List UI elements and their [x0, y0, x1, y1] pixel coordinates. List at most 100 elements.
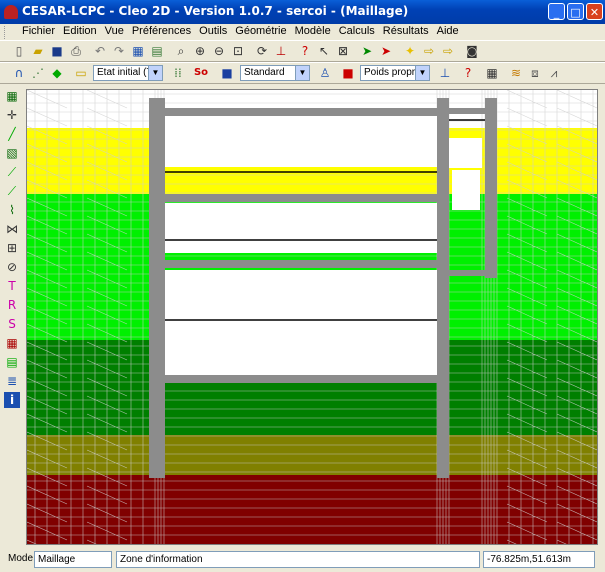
window-title: CESAR-LCPC - Cleo 2D - Version 1.0.7 - s… [22, 4, 409, 18]
help-icon[interactable]: ? [297, 43, 313, 59]
menu-calculs[interactable]: Calculs [335, 24, 379, 37]
slab-0 [149, 108, 449, 116]
pointer-icon[interactable]: ↖ [316, 43, 332, 59]
zoom-fit-icon[interactable]: ⊡ [230, 43, 246, 59]
load-combo-value: Poids propre [364, 67, 421, 78]
mesh-block-icon[interactable]: ⊞ [4, 240, 20, 256]
new-file-icon[interactable]: ▯ [11, 43, 27, 59]
app-icon [4, 5, 18, 19]
note-icon[interactable]: ▭ [73, 65, 89, 81]
menu-outils[interactable]: Outils [195, 24, 231, 37]
menu-geometrie[interactable]: Géométrie [231, 24, 290, 37]
rotate-icon[interactable]: ⟳ [254, 43, 270, 59]
group-combo-value: Standard [244, 67, 285, 78]
zoom-in-icon[interactable]: ⊕ [192, 43, 208, 59]
so-button[interactable]: So [193, 65, 209, 81]
model-toolbar: ∩ ⋰ ◆ ▭ Etat initial (TCN ▼ ⁞⁞ So ■ Stand… [0, 62, 605, 84]
diamond-icon[interactable]: ◆ [49, 65, 65, 81]
phase-combo[interactable]: Etat initial (TCN ▼ [93, 65, 163, 81]
stack-icon[interactable]: ≋ [508, 65, 524, 81]
menu-edition[interactable]: Edition [59, 24, 101, 37]
zoom-icon[interactable]: ⌕ [173, 43, 189, 59]
layers-icon[interactable]: ▤ [149, 43, 165, 59]
save-icon[interactable]: ■ [49, 43, 65, 59]
slab-5 [449, 270, 497, 276]
lasso-icon[interactable]: ⌇ [4, 202, 20, 218]
title-bar: CESAR-LCPC - Cleo 2D - Version 1.0.7 - s… [0, 0, 605, 24]
dotted-line-icon[interactable]: ⋰ [30, 65, 46, 81]
move-2-icon[interactable]: ⇨ [440, 43, 456, 59]
line-icon[interactable]: ╱ [4, 126, 20, 142]
excavation-zone-4 [452, 170, 480, 210]
segment-icon[interactable]: ⟋ [4, 164, 20, 180]
region-icon[interactable]: ▧ [4, 145, 20, 161]
mesh-icon[interactable]: ⧈ [527, 65, 543, 81]
mode-field: Maillage [34, 551, 112, 568]
coords-field: -76.825m,51.613m [483, 551, 595, 568]
rotate-icon[interactable]: R [4, 297, 20, 313]
grid-2-icon[interactable]: ▦ [4, 335, 20, 351]
excavation-zone-1 [165, 203, 437, 253]
left-toolbar: ▦ ✛ ╱ ▧ ⟋ ⟋ ⌇ ⋈ ⊞ ⊘ T R S ▦ ▤ ≣ i [4, 88, 20, 544]
menu-resultats[interactable]: Résultats [379, 24, 433, 37]
move-icon[interactable]: ⇨ [421, 43, 437, 59]
mesh-canvas[interactable] [26, 89, 598, 559]
select-node-icon[interactable]: ⊠ [335, 43, 351, 59]
info-icon[interactable]: i [4, 392, 20, 408]
undo-icon[interactable]: ↶ [92, 43, 108, 59]
zoom-out-icon[interactable]: ⊖ [211, 43, 227, 59]
s-z-icon[interactable]: S [4, 316, 20, 332]
slab-2 [149, 260, 449, 268]
grid-icon[interactable]: ▦ [4, 88, 20, 104]
help-box-icon[interactable]: ? [460, 65, 476, 81]
redo-icon[interactable]: ↷ [111, 43, 127, 59]
info-field: Zone d'information [116, 551, 480, 568]
segment-2-icon[interactable]: ⟋ [4, 183, 20, 199]
diaphragm-wall-1 [437, 98, 449, 478]
load-combo[interactable]: Poids propre ▼ [360, 65, 430, 81]
group-combo[interactable]: Standard ▼ [240, 65, 310, 81]
open-folder-icon[interactable]: ▰ [30, 43, 46, 59]
chart-icon[interactable]: ⩘ [546, 65, 562, 81]
print-icon[interactable]: ⎙ [68, 43, 84, 59]
minimize-button[interactable]: _ [548, 3, 565, 20]
chevron-down-icon: ▼ [295, 66, 309, 80]
camera-icon[interactable]: ◙ [464, 43, 480, 59]
status-bar: Mode : Maillage Zone d'information -76.8… [0, 549, 605, 570]
excavation-zone-3 [447, 138, 482, 168]
maximize-button[interactable]: □ [567, 3, 584, 20]
element-icon[interactable]: ⋈ [4, 221, 20, 237]
clip-icon[interactable]: ⊘ [4, 259, 20, 275]
slab-1 [149, 194, 449, 202]
menu-bar: Fichier Edition Vue Préférences Outils Géomét… [0, 24, 605, 40]
chevron-down-icon: ▼ [415, 66, 429, 80]
mesh-view-icon[interactable]: ▦ [130, 43, 146, 59]
arrow-select-icon[interactable]: ➤ [359, 43, 375, 59]
arch-icon[interactable]: ∩ [11, 65, 27, 81]
book-icon[interactable]: ■ [340, 65, 356, 81]
layers-icon[interactable]: ≣ [4, 373, 20, 389]
grid-icon[interactable]: ⁞⁞ [170, 65, 186, 81]
light-icon[interactable]: ✦ [402, 43, 418, 59]
menu-preferences[interactable]: Préférences [128, 24, 195, 37]
slab-3 [149, 375, 449, 383]
slab-4 [449, 108, 497, 114]
node-icon[interactable]: ✛ [4, 107, 20, 123]
text-icon[interactable]: T [4, 278, 20, 294]
menu-modele[interactable]: Modèle [291, 24, 335, 37]
calculator-icon[interactable]: ▦ [484, 65, 500, 81]
arrow-select-2-icon[interactable]: ➤ [378, 43, 394, 59]
scale-icon[interactable]: ⊥ [273, 43, 289, 59]
menu-fichier[interactable]: Fichier [18, 24, 59, 37]
excavation-zone-0 [165, 111, 437, 167]
assign-icon[interactable]: ▤ [4, 354, 20, 370]
menu-vue[interactable]: Vue [101, 24, 128, 37]
main-toolbar: ▯ ▰ ■ ⎙ ↶ ↷ ▦ ▤ ⌕ ⊕ ⊖ ⊡ ⟳ ⊥ ? ↖ ⊠ ➤ ➤ ✦ … [0, 40, 605, 62]
color-square-icon[interactable]: ■ [219, 65, 235, 81]
anchor-icon[interactable]: ⊥ [437, 65, 453, 81]
layer-olive [27, 435, 597, 475]
menu-aide[interactable]: Aide [433, 24, 463, 37]
diaphragm-wall-2 [485, 98, 497, 278]
person-icon[interactable]: ♙ [317, 65, 333, 81]
close-button[interactable]: ✕ [586, 3, 603, 20]
